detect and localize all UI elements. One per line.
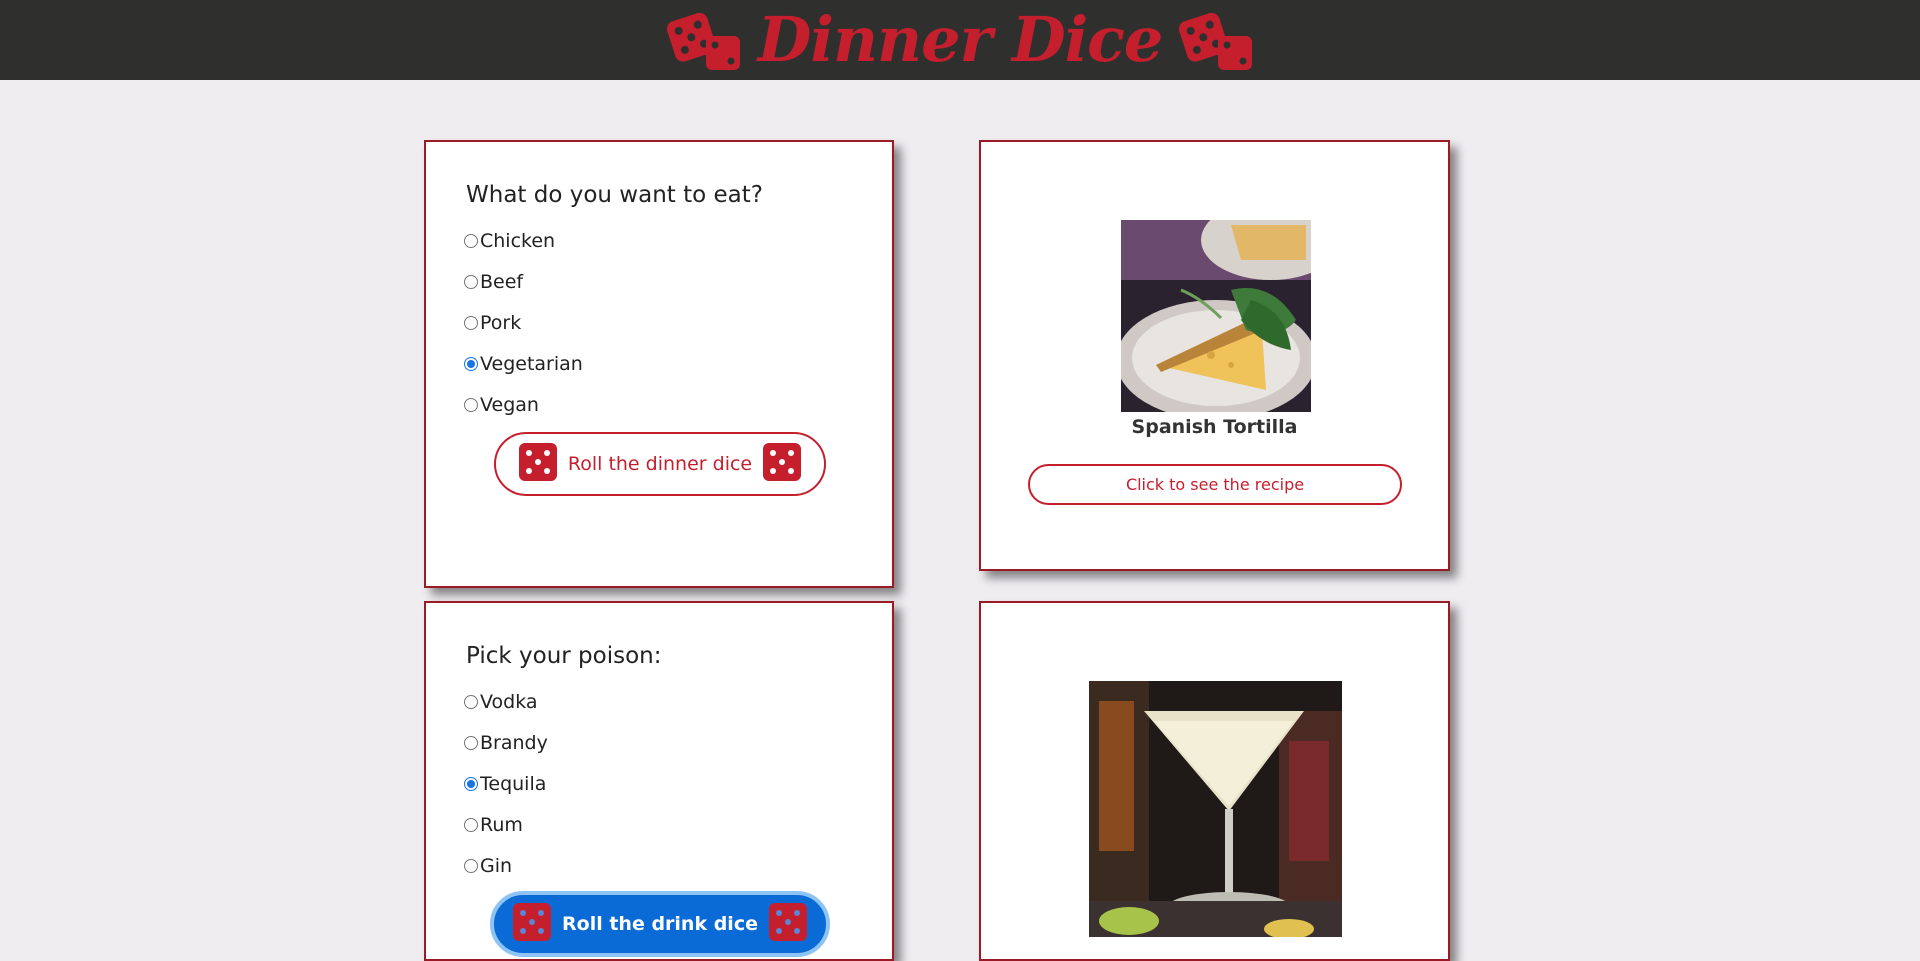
- option-label: Rum: [480, 814, 523, 836]
- radio-chicken[interactable]: [464, 234, 478, 248]
- dice-icon: [762, 442, 802, 487]
- roll-drink-label: Roll the drink dice: [562, 913, 758, 935]
- option-label: Tequila: [480, 773, 547, 795]
- drink-option-gin[interactable]: Gin: [464, 855, 512, 877]
- dice-logo-icon-right: [1176, 8, 1256, 72]
- food-option-pork[interactable]: Pork: [464, 312, 521, 334]
- drink-result-card: [979, 601, 1450, 961]
- option-label: Beef: [480, 271, 524, 293]
- cocktail-image: [1089, 681, 1342, 937]
- radio-vegan[interactable]: [464, 398, 478, 412]
- dice-logo-icon-left: [664, 8, 744, 72]
- radio-vegetarian[interactable]: [464, 357, 478, 371]
- food-choice-card: What do you want to eat? Chicken Beef Po…: [424, 140, 894, 588]
- food-question: What do you want to eat?: [466, 182, 763, 208]
- radio-tequila[interactable]: [464, 777, 478, 791]
- radio-beef[interactable]: [464, 275, 478, 289]
- food-option-chicken[interactable]: Chicken: [464, 230, 555, 252]
- food-option-vegan[interactable]: Vegan: [464, 394, 539, 416]
- radio-pork[interactable]: [464, 316, 478, 330]
- roll-dinner-dice-button[interactable]: Roll the dinner dice: [494, 432, 826, 496]
- drink-option-tequila[interactable]: Tequila: [464, 773, 546, 795]
- option-label: Pork: [480, 312, 522, 334]
- food-option-vegetarian[interactable]: Vegetarian: [464, 353, 583, 375]
- option-label: Gin: [480, 855, 513, 877]
- drink-option-rum[interactable]: Rum: [464, 814, 523, 836]
- radio-vodka[interactable]: [464, 695, 478, 709]
- see-recipe-button[interactable]: Click to see the recipe: [1028, 464, 1402, 505]
- option-label: Vegetarian: [480, 353, 583, 375]
- roll-drink-dice-button[interactable]: Roll the drink dice: [490, 891, 830, 957]
- radio-gin[interactable]: [464, 859, 478, 873]
- option-label: Brandy: [480, 732, 548, 754]
- option-label: Vegan: [480, 394, 539, 416]
- dice-icon: [518, 442, 558, 487]
- dish-name: Spanish Tortilla: [1131, 416, 1298, 438]
- spanish-tortilla-image: [1121, 220, 1311, 412]
- drink-choice-card: Pick your poison: Vodka Brandy Tequila R…: [424, 601, 894, 961]
- site-title: Dinner Dice: [757, 3, 1164, 76]
- radio-rum[interactable]: [464, 818, 478, 832]
- option-label: Chicken: [480, 230, 556, 252]
- drink-question: Pick your poison:: [466, 643, 662, 669]
- radio-brandy[interactable]: [464, 736, 478, 750]
- option-label: Vodka: [480, 691, 538, 713]
- drink-option-brandy[interactable]: Brandy: [464, 732, 548, 754]
- roll-dinner-label: Roll the dinner dice: [567, 453, 753, 475]
- site-header: Dinner Dice: [0, 0, 1920, 80]
- dish-result-card: Spanish Tortilla Click to see the recipe: [979, 140, 1450, 571]
- drink-option-vodka[interactable]: Vodka: [464, 691, 538, 713]
- food-option-beef[interactable]: Beef: [464, 271, 523, 293]
